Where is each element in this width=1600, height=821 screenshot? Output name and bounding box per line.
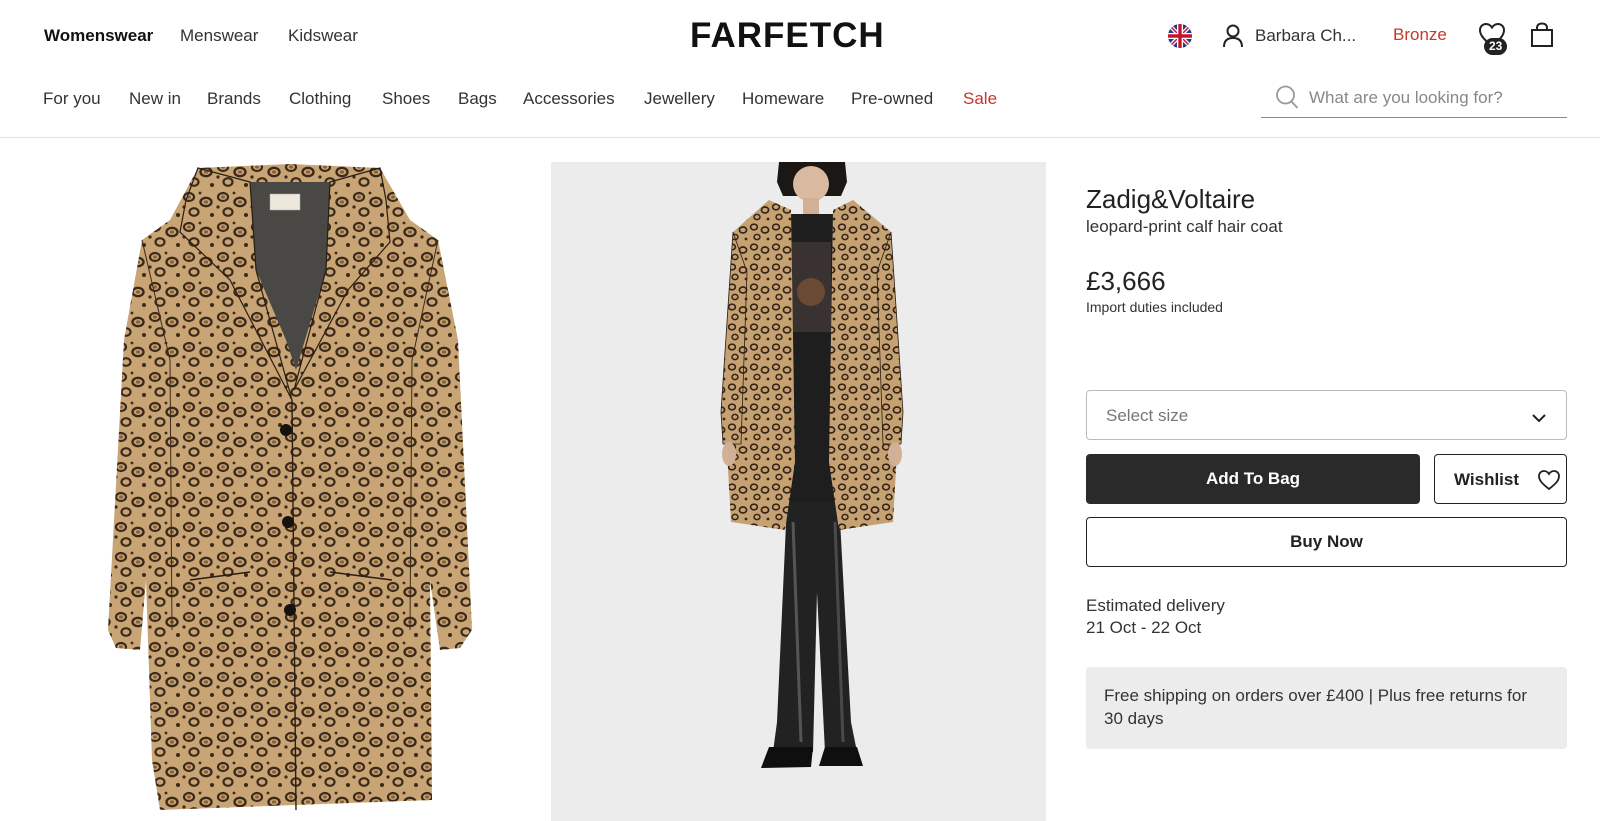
- chevron-down-icon: [1532, 410, 1546, 423]
- add-to-bag-button[interactable]: Add To Bag: [1086, 454, 1420, 504]
- user-icon[interactable]: [1222, 24, 1244, 48]
- nav-accessories[interactable]: Accessories: [523, 89, 615, 109]
- wishlist-count-badge: 23: [1484, 38, 1508, 55]
- size-select[interactable]: Select size: [1086, 390, 1567, 440]
- nav-homeware[interactable]: Homeware: [742, 89, 824, 109]
- nav-brands[interactable]: Brands: [207, 89, 261, 109]
- dept-womenswear[interactable]: Womenswear: [44, 26, 153, 46]
- wishlist-button-label: Wishlist: [1454, 470, 1520, 489]
- wishlist-button[interactable]: Wishlist: [1434, 454, 1567, 504]
- nav-sale[interactable]: Sale: [963, 89, 997, 109]
- product-image-front[interactable]: [80, 160, 500, 821]
- delivery-dates: 21 Oct - 22 Oct: [1086, 618, 1202, 637]
- product-price: £3,666: [1086, 266, 1166, 296]
- nav-pre-owned[interactable]: Pre-owned: [851, 89, 933, 109]
- search-icon[interactable]: [1275, 84, 1299, 110]
- search-bar: [1261, 82, 1567, 118]
- category-nav: For you New in Brands Clothing Shoes Bag…: [0, 72, 1600, 138]
- delivery-label: Estimated delivery: [1086, 596, 1225, 615]
- account-name[interactable]: Barbara Ch...: [1255, 26, 1356, 46]
- product-image-model[interactable]: [551, 162, 1046, 821]
- shipping-note: Free shipping on orders over £400 | Plus…: [1086, 667, 1567, 749]
- nav-for-you[interactable]: For you: [43, 89, 101, 109]
- product-name: leopard-print calf hair coat: [1086, 217, 1283, 236]
- heart-icon: [1537, 469, 1561, 491]
- dept-kidswear[interactable]: Kidswear: [288, 26, 358, 46]
- duties-note: Import duties included: [1086, 299, 1223, 315]
- loyalty-tier-badge[interactable]: Bronze: [1393, 25, 1447, 45]
- nav-shoes[interactable]: Shoes: [382, 89, 430, 109]
- search-input[interactable]: [1309, 86, 1559, 110]
- top-bar: Womenswear Menswear Kidswear FARFETCH Ba…: [0, 0, 1600, 72]
- dept-menswear[interactable]: Menswear: [180, 26, 258, 46]
- buy-now-button[interactable]: Buy Now: [1086, 517, 1567, 567]
- shopping-bag-icon[interactable]: [1530, 22, 1554, 48]
- farfetch-logo[interactable]: FARFETCH: [690, 16, 885, 56]
- product-brand[interactable]: Zadig&Voltaire: [1086, 184, 1255, 215]
- nav-jewellery[interactable]: Jewellery: [644, 89, 715, 109]
- nav-bags[interactable]: Bags: [458, 89, 497, 109]
- size-select-label: Select size: [1106, 406, 1189, 425]
- nav-new-in[interactable]: New in: [129, 89, 181, 109]
- nav-clothing[interactable]: Clothing: [289, 89, 351, 109]
- uk-flag-icon[interactable]: [1168, 24, 1192, 48]
